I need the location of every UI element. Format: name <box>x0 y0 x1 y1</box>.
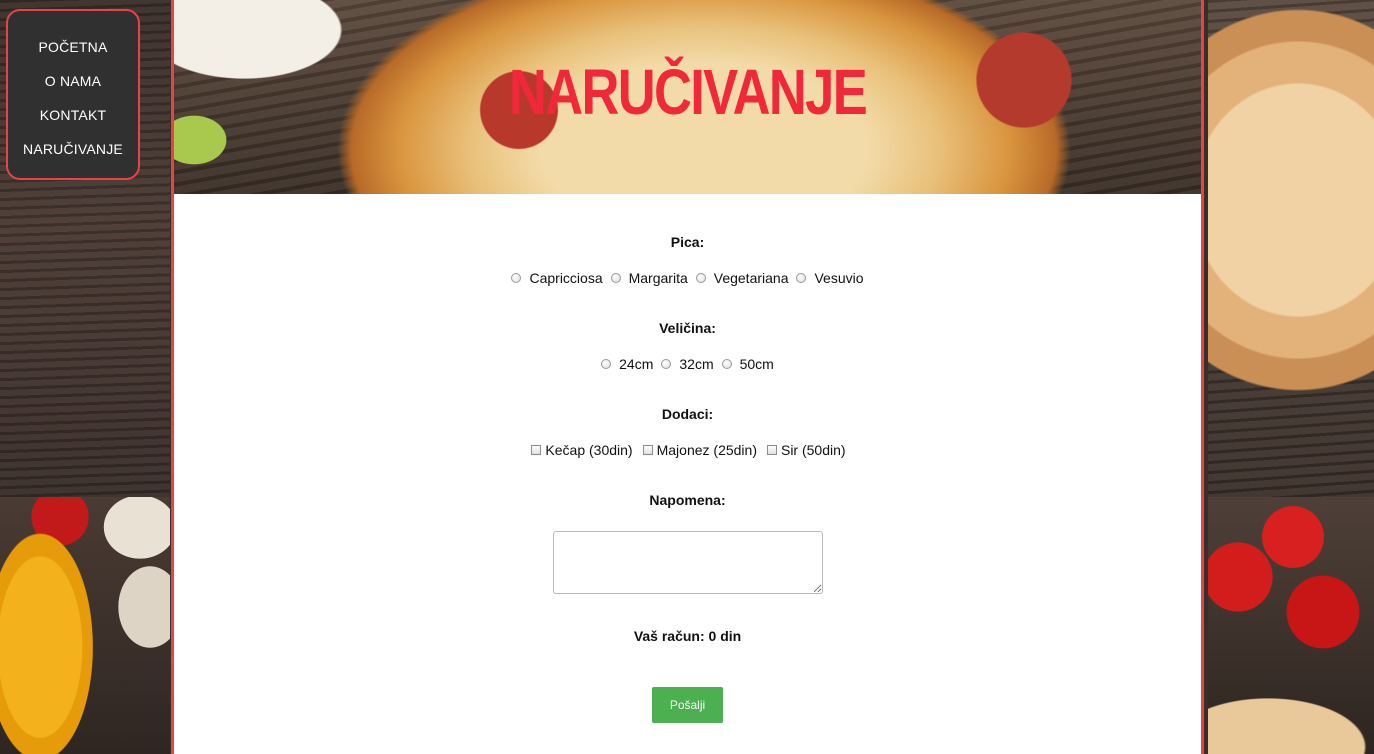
main-content: NARUČIVANJE Pica: Capricciosa Margarita … <box>171 0 1204 754</box>
background-photo-left-bottom <box>0 497 170 754</box>
option-label-sir: Sir (50din) <box>780 442 846 458</box>
option-label-kecap: Kečap (30din) <box>545 442 633 458</box>
note-label: Napomena: <box>649 492 726 508</box>
background-photo-right-bottom <box>1208 497 1374 754</box>
radio-50cm[interactable] <box>721 359 732 369</box>
checkbox-kecap[interactable] <box>531 445 542 455</box>
pizza-label: Pica: <box>670 234 705 250</box>
nav-item-narucivanje[interactable]: NARUČIVANJE <box>23 132 123 166</box>
radio-margarita[interactable] <box>610 273 621 283</box>
radio-vesuvio[interactable] <box>796 273 807 283</box>
option-label-vegetariana: Vegetariana <box>713 270 789 286</box>
option-label-50cm: 50cm <box>739 356 774 372</box>
checkbox-sir[interactable] <box>766 445 777 455</box>
note-wrapper <box>174 531 1201 594</box>
main-nav: POČETNA O NAMA KONTAKT NARUČIVANJE <box>6 9 140 180</box>
option-label-24cm: 24cm <box>619 356 654 372</box>
extras-options: Kečap (30din) Majonez (25din) Sir (50din… <box>174 442 1201 458</box>
option-label-capricciosa: Capricciosa <box>529 270 603 286</box>
submit-button[interactable]: Pošalji <box>652 687 723 723</box>
header-banner: NARUČIVANJE <box>174 0 1201 194</box>
total-price: Vaš račun: 0 din <box>633 628 742 644</box>
pizza-options: Capricciosa Margarita Vegetariana Vesuvi… <box>174 270 1201 286</box>
radio-32cm[interactable] <box>661 359 672 369</box>
nav-item-o-nama[interactable]: O NAMA <box>45 64 101 98</box>
extras-label: Dodaci: <box>661 406 714 422</box>
background-photo-right-top <box>1208 0 1374 497</box>
note-textarea[interactable] <box>552 531 823 594</box>
size-label: Veličina: <box>659 320 716 336</box>
option-label-margarita: Margarita <box>628 270 688 286</box>
checkbox-majonez[interactable] <box>642 445 653 455</box>
radio-vegetariana[interactable] <box>695 273 706 283</box>
option-label-majonez: Majonez (25din) <box>656 442 757 458</box>
order-form: Pica: Capricciosa Margarita Vegetariana … <box>174 234 1201 723</box>
submit-wrapper: Pošalji <box>174 687 1201 723</box>
page-title: NARUČIVANJE <box>508 56 868 128</box>
nav-item-pocetna[interactable]: POČETNA <box>38 30 107 64</box>
radio-24cm[interactable] <box>601 359 612 369</box>
radio-capricciosa[interactable] <box>511 273 522 283</box>
option-label-32cm: 32cm <box>679 356 714 372</box>
size-options: 24cm 32cm 50cm <box>174 356 1201 372</box>
nav-item-kontakt[interactable]: KONTAKT <box>40 98 106 132</box>
option-label-vesuvio: Vesuvio <box>814 270 864 286</box>
